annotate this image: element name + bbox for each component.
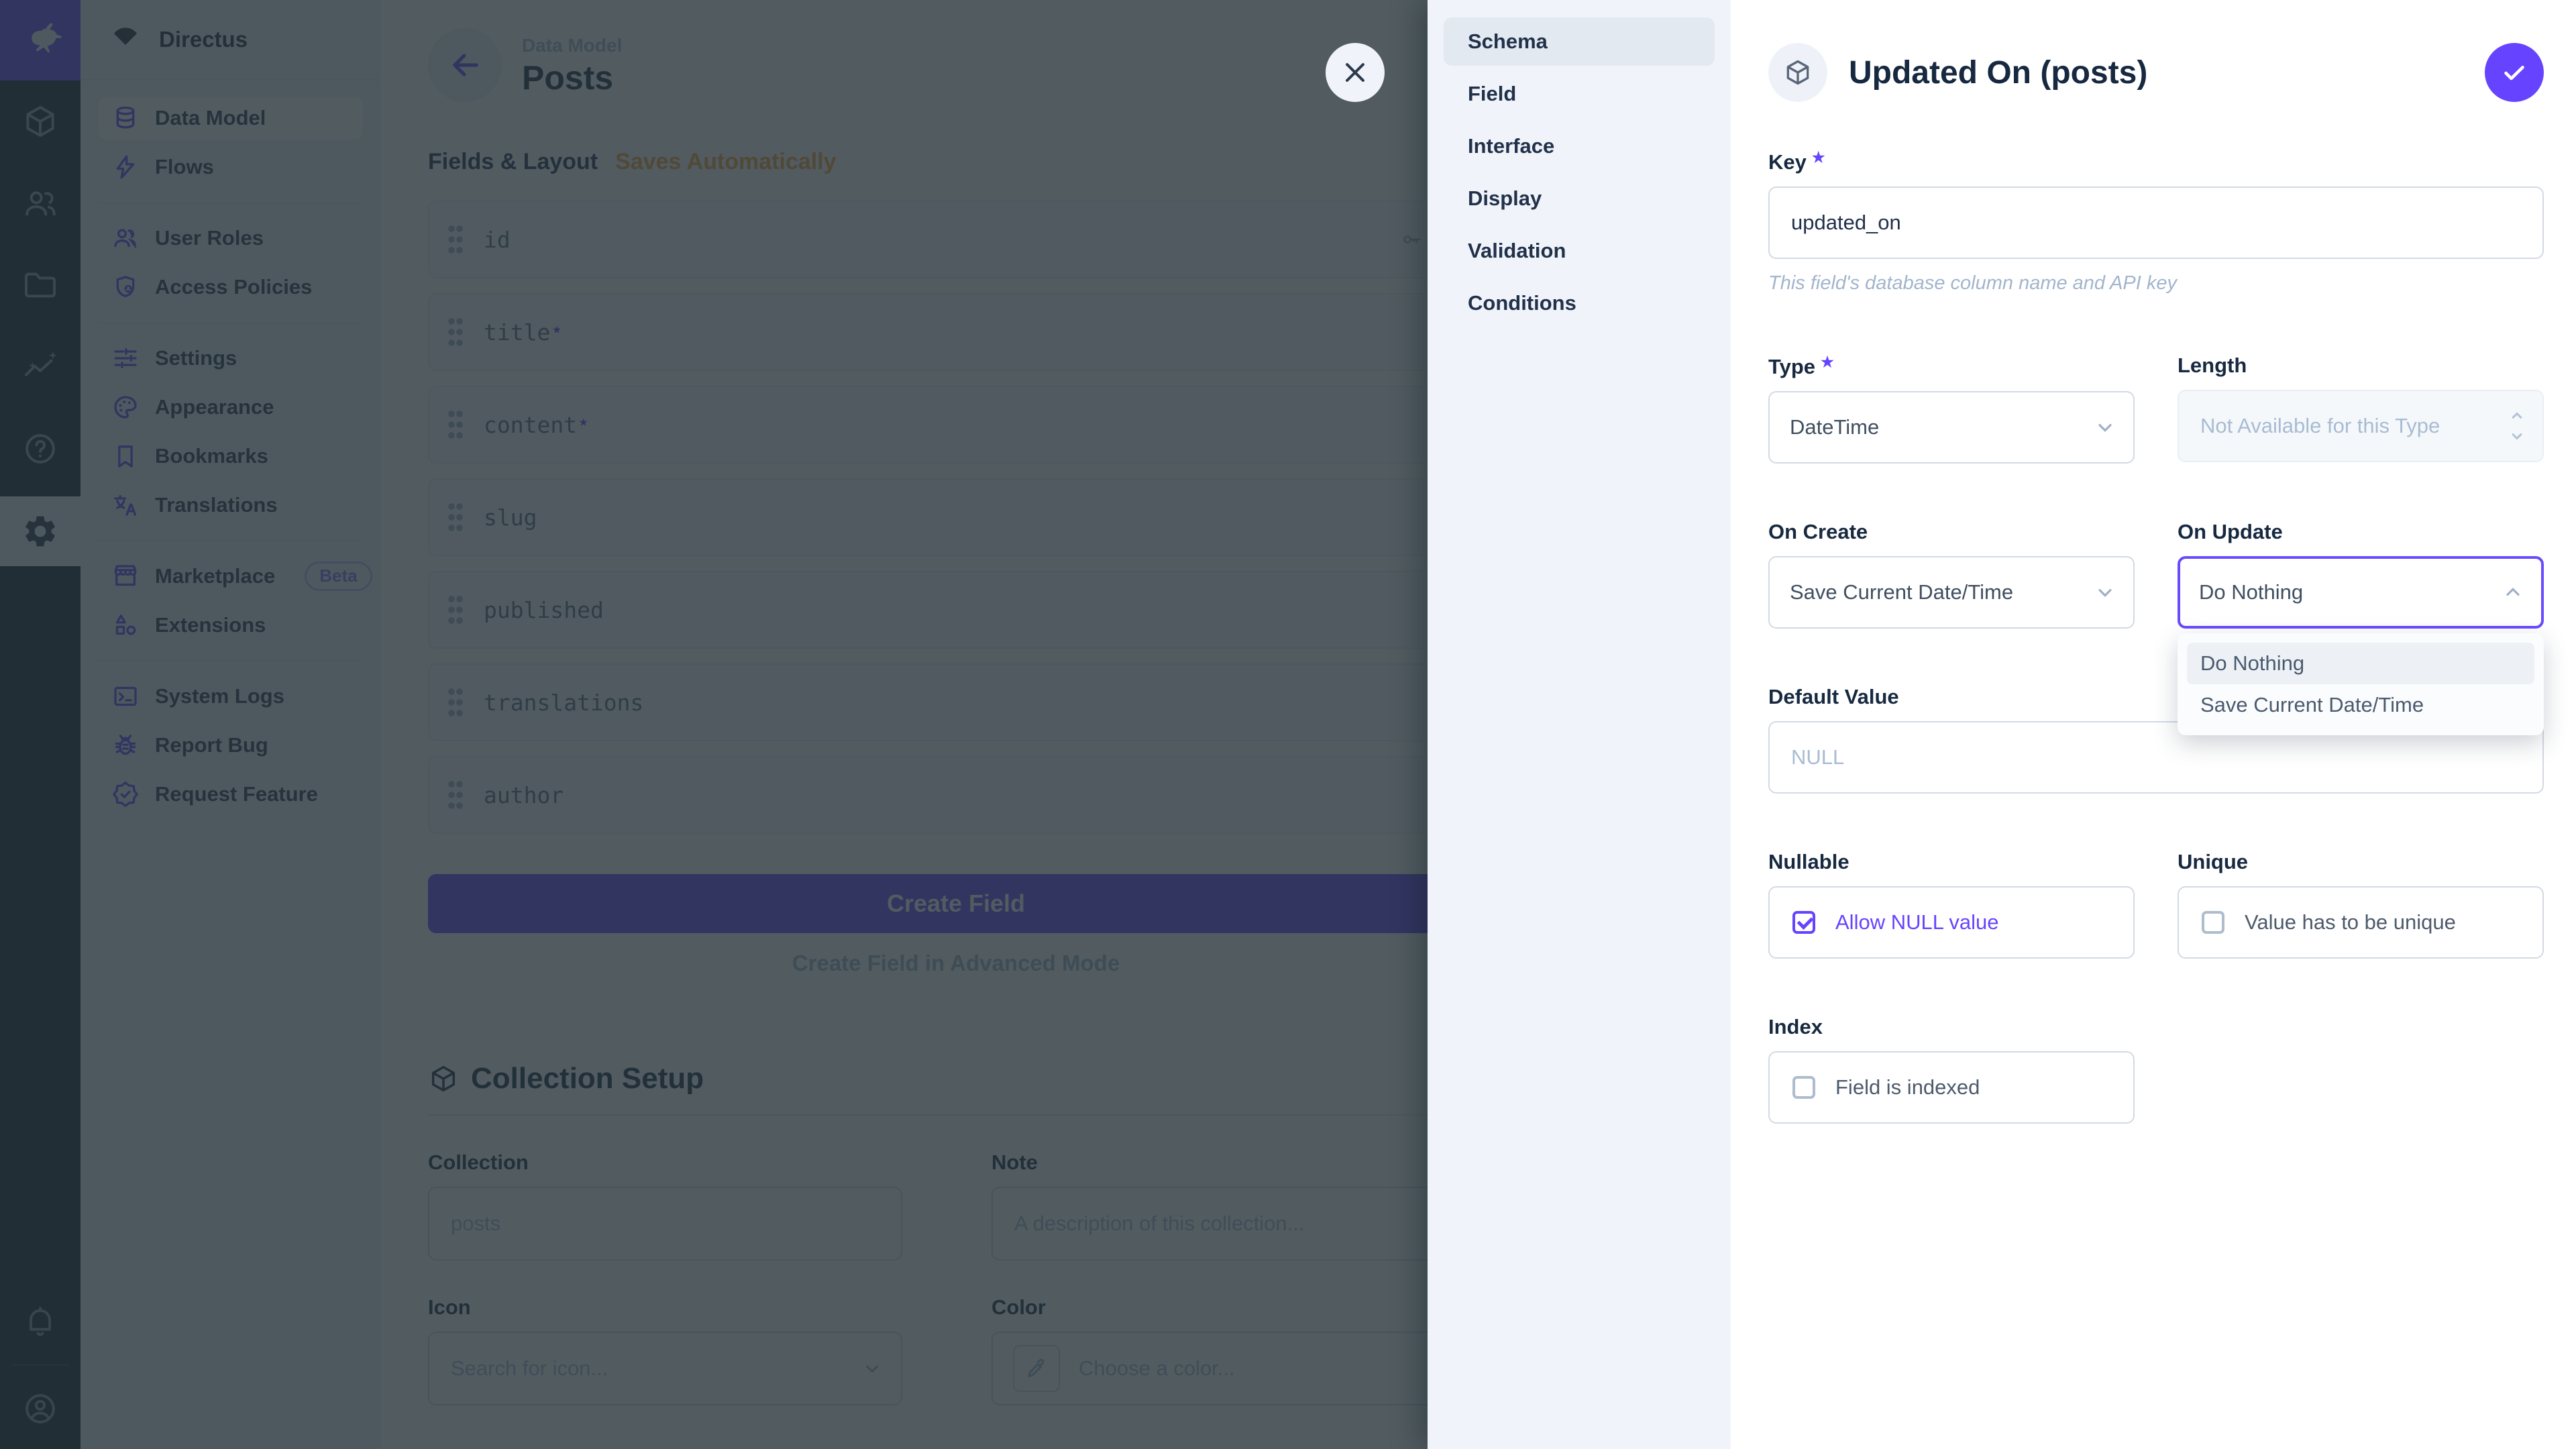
length-input-wrap <box>2178 390 2544 462</box>
tab-validation[interactable]: Validation <box>1444 227 1715 275</box>
save-button[interactable] <box>2485 43 2544 102</box>
default-value-input[interactable] <box>1790 745 2522 770</box>
tab-schema[interactable]: Schema <box>1444 17 1715 66</box>
unique-option-label: Value has to be unique <box>2245 910 2456 934</box>
unique-label: Unique <box>2178 850 2544 874</box>
drawer-header: Updated On (posts) <box>1768 0 2544 102</box>
type-select[interactable]: DateTime <box>1768 391 2135 464</box>
check-icon <box>2499 57 2530 88</box>
on-create-label: On Create <box>1768 520 2135 544</box>
field-detail-drawer: Schema Field Interface Display Validatio… <box>1428 0 2576 1449</box>
length-label: Length <box>2178 354 2544 378</box>
close-icon <box>1340 58 1370 87</box>
chevron-up-icon <box>2508 407 2526 425</box>
dropdown-option-save-current[interactable]: Save Current Date/Time <box>2187 684 2534 726</box>
key-input-wrap <box>1768 186 2544 259</box>
drawer-content: Updated On (posts) Key ★ This field's dat… <box>1731 0 2576 1449</box>
field-title-chip <box>1768 43 1827 102</box>
on-update-label: On Update <box>2178 520 2544 544</box>
nullable-option[interactable]: Allow NULL value <box>1768 886 2135 959</box>
box-icon <box>1783 58 1813 87</box>
type-label: Type <box>1768 355 1815 378</box>
index-option[interactable]: Field is indexed <box>1768 1051 2135 1124</box>
chevron-down-icon <box>2508 427 2526 445</box>
drawer-close-button[interactable] <box>1326 43 1385 102</box>
tab-display[interactable]: Display <box>1444 174 1715 223</box>
key-input[interactable] <box>1790 210 2522 235</box>
nullable-option-label: Allow NULL value <box>1835 910 1999 934</box>
chevron-up-icon <box>2502 582 2524 603</box>
unique-option[interactable]: Value has to be unique <box>2178 886 2544 959</box>
on-update-select[interactable]: Do Nothing <box>2178 556 2544 629</box>
index-option-label: Field is indexed <box>1835 1075 1980 1099</box>
length-input <box>2199 413 2522 439</box>
tab-field[interactable]: Field <box>1444 70 1715 118</box>
key-label: Key <box>1768 150 1807 174</box>
number-stepper[interactable] <box>2508 407 2526 445</box>
drawer-title: Updated On (posts) <box>1849 54 2147 91</box>
tab-interface[interactable]: Interface <box>1444 122 1715 170</box>
on-update-dropdown-menu: Do Nothing Save Current Date/Time <box>2178 633 2544 735</box>
checkbox-checked-icon[interactable] <box>1792 911 1815 934</box>
drawer-tab-list: Schema Field Interface Display Validatio… <box>1428 0 1731 1449</box>
dropdown-option-do-nothing[interactable]: Do Nothing <box>2187 643 2534 684</box>
required-icon: ★ <box>1812 149 1825 166</box>
required-icon: ★ <box>1821 354 1834 370</box>
checkbox-unchecked-icon[interactable] <box>2202 911 2224 934</box>
key-helper-text: This field's database column name and AP… <box>1768 272 2544 294</box>
tab-conditions[interactable]: Conditions <box>1444 279 1715 327</box>
checkbox-unchecked-icon[interactable] <box>1792 1076 1815 1099</box>
nullable-label: Nullable <box>1768 850 2135 874</box>
directus-app: Directus Data Model Flows User Roles Acc… <box>0 0 2576 1449</box>
chevron-down-icon <box>2094 417 2116 438</box>
chevron-down-icon <box>2094 582 2116 603</box>
index-label: Index <box>1768 1015 2135 1039</box>
on-create-select[interactable]: Save Current Date/Time <box>1768 556 2135 629</box>
